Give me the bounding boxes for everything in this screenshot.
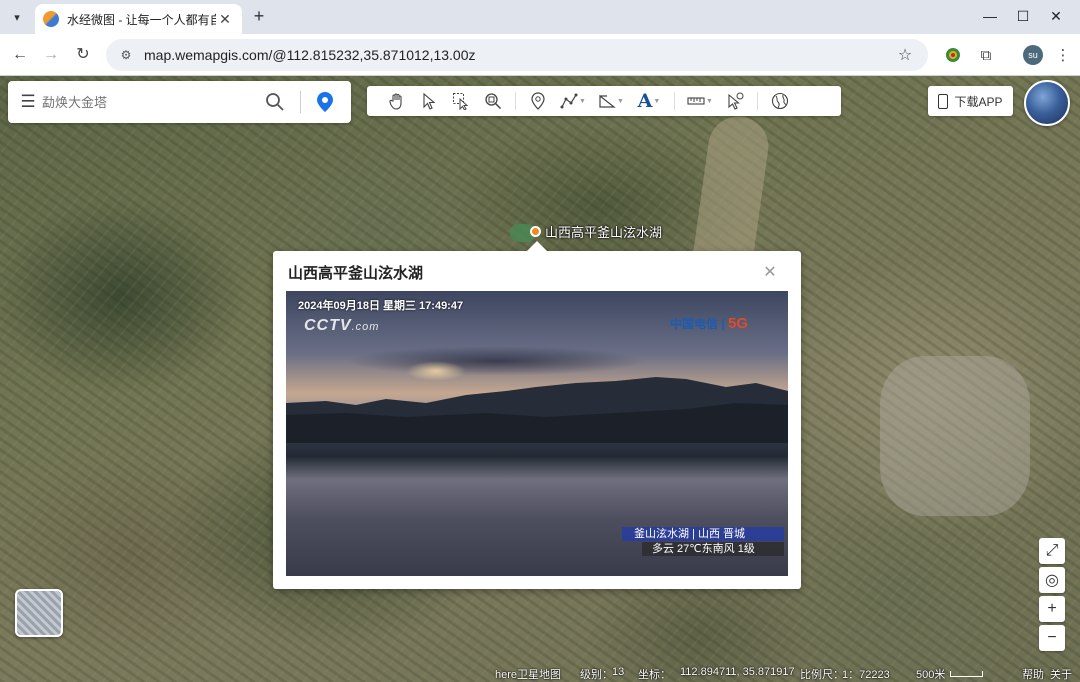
browser-menu-icon[interactable]: ⋮	[1053, 46, 1073, 66]
site-info-icon[interactable]: ⚙	[116, 48, 136, 62]
live-camera-video[interactable]: 2024年09月18日 星期三 17:49:47 CCTV.com 中国电信 |…	[286, 291, 788, 576]
window-close-icon[interactable]: ✕	[1041, 6, 1071, 26]
zoom-in-button[interactable]: +	[1039, 596, 1065, 622]
text-tool-icon[interactable]: A ▼	[630, 88, 668, 114]
menu-icon[interactable]: ☰	[18, 92, 38, 112]
zoom-area-icon[interactable]	[477, 88, 509, 114]
video-clouds	[346, 346, 646, 376]
map-status-bar: here卫星地图 级别： 13 坐标： 112.894711, 35.87191…	[0, 663, 1080, 682]
poi-marker[interactable]: 山西高平釜山泫水湖	[530, 222, 662, 241]
zoom-out-button[interactable]: −	[1039, 625, 1065, 651]
map-toolbar: ▼ ▼ A ▼ ▼	[367, 86, 841, 116]
phone-icon	[938, 93, 949, 109]
location-pin-icon[interactable]	[314, 91, 336, 113]
back-icon[interactable]: ←	[9, 44, 31, 66]
china-telecom-logo: 中国电信 | 5G	[670, 315, 749, 332]
browser-tab[interactable]: 水经微图 - 让每一个人都有自己 ✕	[35, 4, 242, 34]
fullscreen-toggle-icon[interactable]: ⤢	[1039, 538, 1065, 564]
pan-hand-icon[interactable]	[381, 88, 413, 114]
cctv-logo-suffix: .com	[351, 321, 380, 333]
globe-3d-icon[interactable]	[764, 88, 796, 114]
poi-popup: 山西高平釜山泫水湖 ✕ 2024年09月18日 星期三 17:49:47 CCT…	[273, 241, 801, 589]
extension-icon[interactable]	[943, 46, 963, 66]
tab-title: 水经微图 - 让每一个人都有自己	[67, 12, 216, 27]
poi-dot-icon	[530, 226, 541, 237]
search-icon[interactable]	[265, 92, 287, 112]
site-favicon-icon	[43, 11, 59, 27]
toolbar-divider	[674, 92, 675, 110]
search-divider	[300, 91, 301, 113]
measure-ruler-icon[interactable]: ▼	[681, 88, 719, 114]
satellite-map[interactable]: ☰ ▼ ▼	[0, 76, 1080, 682]
browser-navbar: ← → ↻ ⚙ map.wemapgis.com/@112.815232,35.…	[0, 34, 1080, 76]
box-select-icon[interactable]	[445, 88, 477, 114]
url-text[interactable]: map.wemapgis.com/@112.815232,35.871012,1…	[144, 47, 894, 63]
maximize-icon[interactable]: ☐	[1008, 6, 1038, 26]
about-link[interactable]: 关于	[1050, 666, 1072, 682]
tab-search-menu-icon[interactable]: ▾	[6, 6, 28, 28]
search-input[interactable]	[42, 91, 252, 113]
scale-label: 比例尺：	[800, 669, 844, 681]
coord-label: 坐标：	[638, 669, 671, 681]
download-app-label: 下载APP	[954, 94, 1003, 109]
globe-view-button[interactable]	[1024, 80, 1070, 126]
video-mountains	[286, 377, 788, 443]
forward-icon[interactable]: →	[40, 44, 62, 66]
zoom-level-label: 级别：	[580, 669, 613, 681]
download-app-button[interactable]: 下载APP	[928, 86, 1013, 116]
toolbar-divider	[757, 92, 758, 110]
toolbar-divider	[515, 92, 516, 110]
marker-tool-icon[interactable]	[522, 88, 554, 114]
reload-icon[interactable]: ↻	[72, 44, 94, 66]
scale-bar	[950, 671, 983, 677]
video-timestamp: 2024年09月18日 星期三 17:49:47	[298, 300, 464, 312]
scale-value: 1：72223	[842, 669, 890, 681]
popup-title: 山西高平釜山泫水湖	[288, 265, 424, 282]
new-tab-icon[interactable]: +	[249, 6, 269, 26]
basemap-switcher[interactable]	[15, 589, 63, 637]
minimize-icon[interactable]: —	[975, 6, 1005, 26]
video-caption-location: 釜山泫水湖 | 山西 晋城	[622, 527, 784, 541]
browser-tabbar: ▾ 水经微图 - 让每一个人都有自己 ✕ + — ☐ ✕	[0, 0, 1080, 34]
profile-avatar[interactable]: su	[1023, 45, 1043, 65]
telecom-5g-badge: 5G	[728, 315, 749, 332]
tab-close-icon[interactable]: ✕	[216, 11, 234, 28]
help-link[interactable]: 帮助	[1022, 666, 1044, 682]
polygon-tool-icon[interactable]: ▼	[592, 88, 630, 114]
zoom-level-value: 13	[612, 666, 625, 678]
polyline-tool-icon[interactable]: ▼	[554, 88, 592, 114]
scale-distance: 500米	[916, 669, 946, 681]
map-source: here卫星地图	[495, 669, 562, 681]
bookmark-star-icon[interactable]: ☆	[894, 45, 916, 65]
cctv-logo-text: CCTV	[304, 317, 352, 334]
popup-close-icon[interactable]: ✕	[762, 265, 778, 281]
coord-value: 112.894711, 35.871917	[680, 666, 795, 678]
popup-pointer	[527, 241, 547, 251]
town-area	[880, 356, 1030, 516]
telecom-logo-text: 中国电信	[670, 317, 719, 331]
cctv-logo: CCTV.com	[304, 317, 379, 335]
search-panel: ☰	[8, 81, 351, 123]
identify-pointer-icon[interactable]	[719, 88, 751, 114]
address-bar[interactable]: ⚙ map.wemapgis.com/@112.815232,35.871012…	[106, 39, 928, 71]
select-pointer-icon[interactable]	[413, 88, 445, 114]
poi-label[interactable]: 山西高平釜山泫水湖	[545, 222, 662, 241]
extensions-puzzle-icon[interactable]: ⧉	[976, 46, 996, 66]
my-location-icon[interactable]: ◎	[1039, 567, 1065, 593]
video-caption-weather: 多云 27℃东南风 1级	[642, 542, 784, 556]
